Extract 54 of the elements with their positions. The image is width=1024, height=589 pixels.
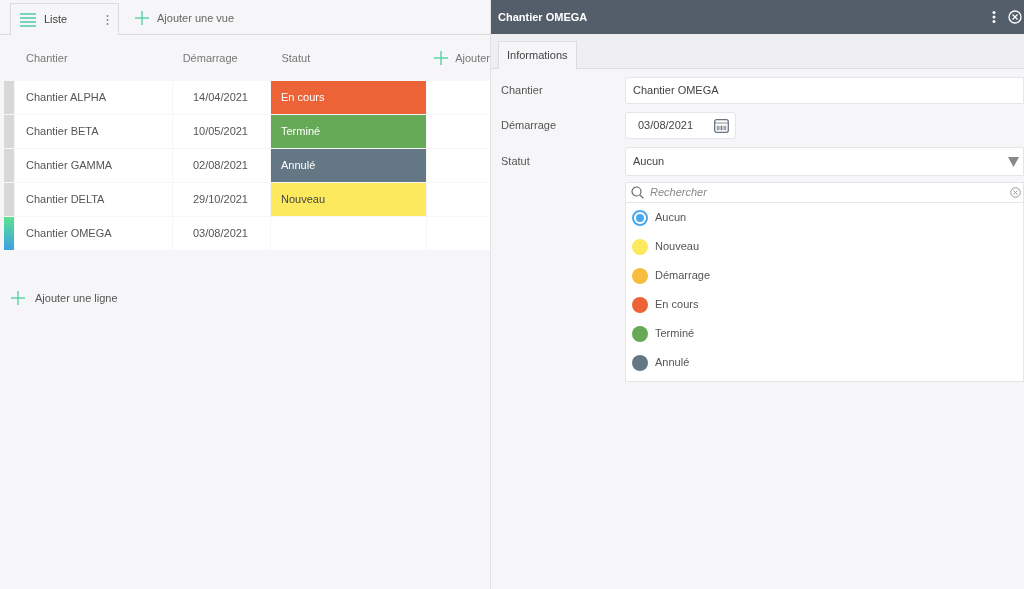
status-option[interactable]: Terminé	[626, 319, 1023, 348]
status-cell: Nouveau	[271, 183, 426, 216]
column-header: Statut	[280, 50, 312, 66]
table-cell: Chantier OMEGA	[15, 217, 172, 250]
option-label: Terminé	[655, 326, 695, 342]
view-tab[interactable]: Liste	[10, 3, 119, 35]
status-option[interactable]: Annulé	[626, 348, 1023, 377]
field-label: Chantier	[501, 83, 544, 99]
add-column-button[interactable]: Ajouter	[426, 49, 490, 67]
status-cell: Annulé	[271, 149, 426, 182]
option-label: Démarrage	[655, 268, 711, 284]
search-icon	[631, 186, 644, 199]
status-select[interactable]: Aucun	[625, 147, 1024, 176]
status-cell: En cours	[271, 81, 426, 114]
table-cell: 02/08/2021	[173, 149, 270, 182]
option-label: Nouveau	[655, 239, 700, 255]
plus-icon	[11, 291, 25, 306]
tab-label: Liste	[44, 12, 69, 28]
date-value: 03/08/2021	[638, 118, 694, 134]
table-cell: 14/04/2021	[173, 81, 270, 114]
column-header: Chantier	[25, 50, 69, 66]
plus-icon	[434, 51, 449, 65]
option-label: Annulé	[655, 355, 690, 371]
dropdown-icon	[1008, 156, 1019, 167]
radio-button[interactable]	[632, 209, 648, 226]
calendar-icon[interactable]	[714, 118, 729, 133]
column-header: Démarrage	[181, 50, 239, 66]
text-field[interactable]: Chantier OMEGA	[625, 77, 1024, 104]
close-icon[interactable]	[1008, 10, 1022, 24]
list-icon	[20, 12, 36, 27]
table-cell: Chantier ALPHA	[15, 81, 172, 114]
plus-icon	[135, 11, 149, 25]
option-label: Aucun	[655, 210, 687, 226]
status-option[interactable]: Démarrage	[626, 261, 1023, 290]
panel-tab[interactable]: Informations	[498, 41, 577, 69]
table-cell: 10/05/2021	[173, 115, 270, 148]
clear-icon[interactable]	[1010, 187, 1021, 198]
more-icon[interactable]	[106, 14, 109, 25]
more-icon[interactable]	[992, 11, 996, 23]
add-row-button[interactable]: Ajouter une ligne	[11, 290, 118, 307]
option-label: En cours	[655, 297, 699, 313]
status-option[interactable]: Nouveau	[626, 232, 1023, 261]
field-label: Statut	[501, 154, 531, 170]
add-view-button[interactable]: Ajouter une vue	[135, 2, 235, 34]
table-cell: 03/08/2021	[173, 217, 270, 250]
table-cell: Chantier GAMMA	[15, 149, 172, 182]
date-field[interactable]: 03/08/2021	[625, 112, 736, 139]
status-cell: Terminé	[271, 115, 426, 148]
status-option[interactable]: En cours	[626, 290, 1023, 319]
table-cell: Chantier DELTA	[15, 183, 172, 216]
table-cell: Chantier BETA	[15, 115, 172, 148]
table-cell: 29/10/2021	[173, 183, 270, 216]
field-label: Démarrage	[501, 118, 558, 134]
panel-title: Chantier OMEGA	[498, 9, 589, 25]
